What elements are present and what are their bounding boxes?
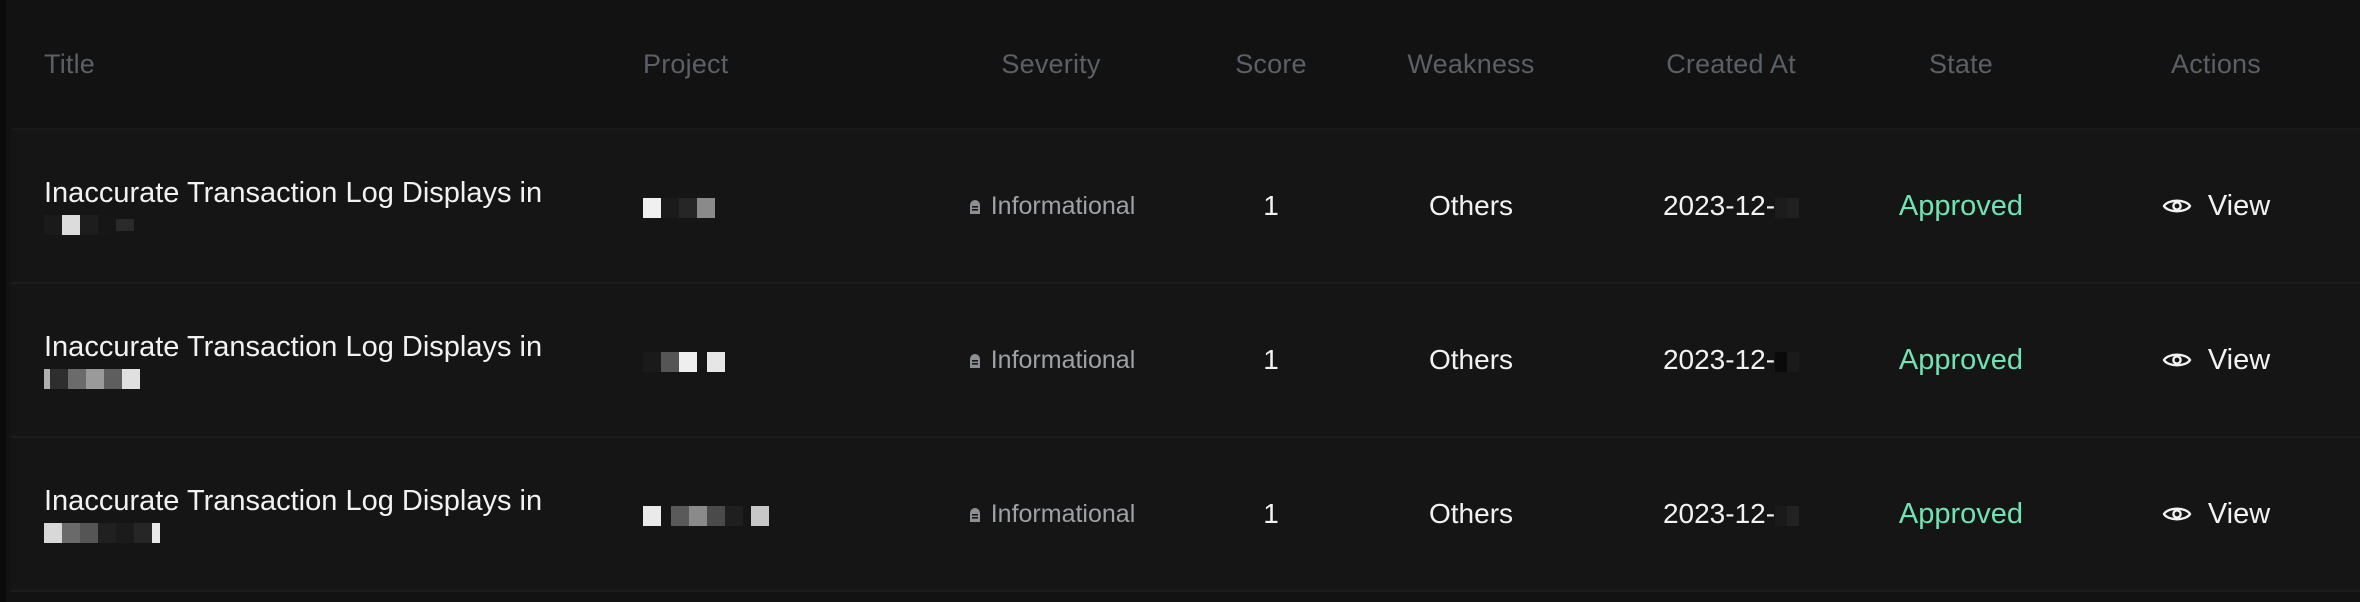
project-cell[interactable] <box>643 130 903 282</box>
column-header-severity[interactable]: Severity <box>941 0 1161 128</box>
eye-icon <box>2162 507 2192 521</box>
report-title[interactable]: Inaccurate Transaction Log Displays in <box>44 176 542 211</box>
status-badge: Approved <box>1898 343 2024 376</box>
column-header-title[interactable]: Title <box>44 0 604 128</box>
severity-cell: Informational <box>941 130 1161 282</box>
score-value: 1 <box>1263 190 1279 221</box>
eye-icon <box>2162 353 2192 367</box>
redacted-project-name <box>643 505 769 527</box>
severity-label: Informational <box>990 345 1136 374</box>
column-header-score[interactable]: Score <box>1191 0 1351 128</box>
redacted-title-suffix <box>44 522 542 544</box>
actions-cell: View <box>2111 438 2321 590</box>
created-at-value: 2023-12- <box>1662 190 1776 221</box>
column-header-created-at[interactable]: Created At <box>1611 0 1851 128</box>
created-at-value: 2023-12- <box>1662 344 1776 375</box>
created-at-cell: 2023-12- <box>1611 284 1851 436</box>
column-header-actions: Actions <box>2171 48 2261 79</box>
project-cell[interactable] <box>643 438 903 590</box>
created-at-value: 2023-12- <box>1662 498 1776 529</box>
table-row[interactable]: Inaccurate Transaction Log Displays in I… <box>11 130 2360 284</box>
redacted-title-suffix <box>44 214 542 236</box>
view-button[interactable]: View <box>2162 190 2270 223</box>
view-button-label: View <box>2207 497 2271 530</box>
redacted-date-suffix <box>1775 351 1800 373</box>
report-title[interactable]: Inaccurate Transaction Log Displays in <box>44 484 542 519</box>
view-button-label: View <box>2207 343 2271 376</box>
reports-table: Title Project Severity Score Weakness Cr… <box>11 0 2360 592</box>
severity-label: Informational <box>990 499 1136 528</box>
view-button[interactable]: View <box>2162 344 2270 377</box>
table-row[interactable]: Inaccurate Transaction Log Displays in I… <box>11 438 2360 592</box>
redacted-project-name <box>643 197 715 219</box>
actions-cell: View <box>2111 284 2321 436</box>
view-button[interactable]: View <box>2162 498 2270 531</box>
tombstone-icon <box>969 507 980 522</box>
status-badge: Approved <box>1898 497 2024 530</box>
project-cell[interactable] <box>643 284 903 436</box>
eye-icon <box>2162 199 2192 213</box>
created-at-cell: 2023-12- <box>1611 438 1851 590</box>
redacted-date-suffix <box>1775 505 1800 527</box>
status-badge: Approved <box>1898 189 2024 222</box>
weakness-value: Others <box>1428 498 1514 529</box>
weakness-value: Others <box>1428 344 1514 375</box>
severity-label: Informational <box>990 191 1136 220</box>
tombstone-icon <box>969 353 980 368</box>
view-button-label: View <box>2207 189 2271 222</box>
severity-cell: Informational <box>941 284 1161 436</box>
column-header-project[interactable]: Project <box>643 0 903 128</box>
column-header-state[interactable]: State <box>1861 0 2061 128</box>
report-title[interactable]: Inaccurate Transaction Log Displays in <box>44 330 542 365</box>
table-row[interactable]: Inaccurate Transaction Log Displays in I… <box>11 284 2360 438</box>
title-cell[interactable]: Inaccurate Transaction Log Displays in <box>44 130 604 282</box>
score-value: 1 <box>1263 498 1279 529</box>
actions-cell: View <box>2111 130 2321 282</box>
window-edge <box>0 0 6 602</box>
table-header: Title Project Severity Score Weakness Cr… <box>11 0 2360 130</box>
weakness-value: Others <box>1428 190 1514 221</box>
column-header-weakness[interactable]: Weakness <box>1371 0 1571 128</box>
redacted-project-name <box>643 351 725 373</box>
created-at-cell: 2023-12- <box>1611 130 1851 282</box>
redacted-title-suffix <box>44 368 542 390</box>
severity-cell: Informational <box>941 438 1161 590</box>
score-value: 1 <box>1263 344 1279 375</box>
title-cell[interactable]: Inaccurate Transaction Log Displays in <box>44 284 604 436</box>
title-cell[interactable]: Inaccurate Transaction Log Displays in <box>44 438 604 590</box>
tombstone-icon <box>969 199 980 214</box>
redacted-date-suffix <box>1775 197 1800 219</box>
